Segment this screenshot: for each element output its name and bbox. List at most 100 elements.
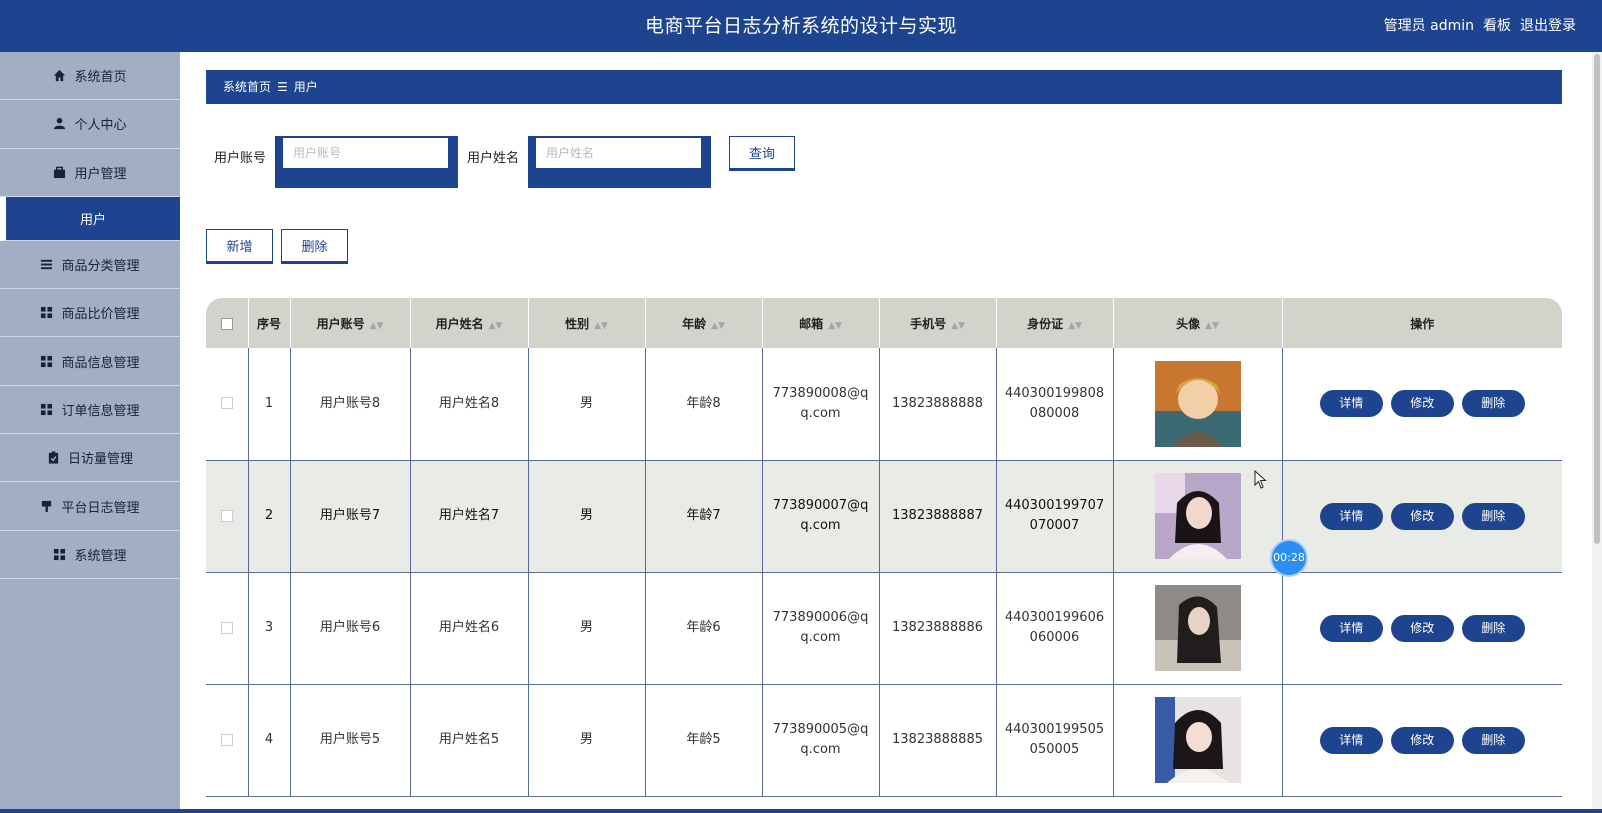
main-content: 系统首页 ☰ 用户 用户账号 用户姓名 查询 新增 删除 序号 用户 [180,52,1602,813]
cell-phone: 13823888888 [879,348,997,461]
avatar-image [1154,360,1241,447]
name-search-label: 用户姓名 [467,151,520,166]
account-search-input[interactable] [283,138,449,168]
header-phone[interactable]: 手机号 ▲▼ [879,298,997,348]
cell-name: 用户姓名6 [410,572,529,685]
cell-id-card: 440300199808080008 [996,348,1114,461]
row-checkbox[interactable] [220,733,233,746]
sidebar-item-category[interactable]: 商品分类管理 [0,241,180,290]
detail-button[interactable]: 详情 [1319,502,1383,530]
avatar-image [1154,473,1241,559]
logout-link[interactable]: 退出登录 [1520,0,1576,52]
grid-icon [41,355,53,367]
sort-icon[interactable]: ▲▼ [828,321,842,331]
board-link[interactable]: 看板 [1483,0,1511,52]
add-button[interactable]: 新增 [206,229,273,264]
list-icon [41,259,53,270]
header-gender[interactable]: 性别 ▲▼ [528,298,646,348]
breadcrumb-home[interactable]: 系统首页 [223,80,271,94]
edit-button[interactable]: 修改 [1390,614,1454,642]
bottom-edge-strip [0,809,1602,813]
cell-gender: 男 [528,572,646,685]
sidebar-item-label: 商品信息管理 [61,355,140,371]
sort-icon[interactable]: ▲▼ [1068,321,1082,331]
select-all-checkbox[interactable] [220,317,233,330]
sidebar-item-platform-log[interactable]: 平台日志管理 [0,482,180,531]
row-checkbox[interactable] [220,621,233,634]
account-search-box [275,136,459,188]
sidebar-item-home[interactable]: 系统首页 [0,52,180,101]
header-avatar[interactable]: 头像 ▲▼ [1113,298,1283,348]
table-header-row: 序号 用户账号 ▲▼ 用户姓名 ▲▼ 性别 ▲▼ 年龄 ▲▼ 邮箱 ▲▼ 手机号 ▲▼ 身份… [206,298,1562,348]
cell-id-card: 440300199606060006 [996,572,1114,685]
row-checkbox[interactable] [220,397,233,410]
header-age[interactable]: 年龄 ▲▼ [645,298,763,348]
app-title: 电商平台日志分析系统的设计与实现 [644,15,957,37]
cell-age: 年龄8 [645,348,763,461]
cell-name: 用户姓名8 [410,348,529,461]
sidebar-item-label: 用户管理 [74,166,127,182]
grid-icon [54,548,66,560]
user-table: 序号 用户账号 ▲▼ 用户姓名 ▲▼ 性别 ▲▼ 年龄 ▲▼ 邮箱 ▲▼ 手机号 ▲▼ 身份… [206,298,1562,797]
cell-account: 用户账号5 [290,684,411,797]
cell-id-card: 440300199505050005 [996,684,1114,797]
delete-button[interactable]: 删除 [1461,502,1525,530]
batch-delete-button[interactable]: 删除 [281,229,348,264]
sidebar-item-price-compare[interactable]: 商品比价管理 [0,289,180,338]
detail-button[interactable]: 详情 [1319,726,1383,754]
header-name[interactable]: 用户姓名 ▲▼ [410,298,529,348]
breadcrumb-separator-icon: ☰ [277,80,288,94]
sidebar-item-user-management[interactable]: 用户管理 [0,149,180,197]
sort-icon[interactable]: ▲▼ [951,321,965,331]
delete-button[interactable]: 删除 [1461,614,1525,642]
delete-button[interactable]: 删除 [1461,390,1525,418]
header-email[interactable]: 邮箱 ▲▼ [762,298,880,348]
sidebar-item-profile[interactable]: 个人中心 [0,100,180,149]
account-search-label: 用户账号 [214,151,267,166]
sort-icon[interactable]: ▲▼ [370,321,384,331]
edit-button[interactable]: 修改 [1390,726,1454,754]
edit-button[interactable]: 修改 [1390,390,1454,418]
sidebar-item-product-info[interactable]: 商品信息管理 [0,337,180,386]
header-no: 序号 [248,298,291,348]
detail-button[interactable]: 详情 [1319,390,1383,418]
cell-email: 773890005@qq.com [762,684,880,797]
query-button[interactable]: 查询 [729,136,796,171]
cell-gender: 男 [528,460,646,573]
avatar-image [1154,697,1241,783]
sidebar-item-label: 系统管理 [74,548,127,564]
sidebar-item-system[interactable]: 系统管理 [0,531,180,579]
grid-icon [41,403,53,415]
sidebar-item-label: 平台日志管理 [61,500,140,516]
cell-id-card: 440300199707070007 [996,460,1114,573]
clipboard-icon [48,451,59,464]
delete-button[interactable]: 删除 [1461,726,1525,754]
header-account[interactable]: 用户账号 ▲▼ [290,298,411,348]
scrollbar-thumb[interactable] [1594,54,1600,544]
name-search-input[interactable] [536,138,702,168]
sort-icon[interactable]: ▲▼ [594,321,608,331]
header-id-card[interactable]: 身份证 ▲▼ [996,298,1114,348]
pin-icon [42,500,52,512]
cell-no: 1 [248,348,291,461]
cell-email: 773890008@qq.com [762,348,880,461]
cell-no: 2 [248,460,291,573]
cell-account: 用户账号6 [290,572,411,685]
sidebar-item-label: 个人中心 [74,118,127,134]
page-scrollbar[interactable] [1592,52,1602,813]
cell-email: 773890007@qq.com [762,460,880,573]
grid-icon [41,307,53,319]
sidebar-item-daily-visits[interactable]: 日访量管理 [0,434,180,483]
sort-icon[interactable]: ▲▼ [489,321,503,331]
top-bar: 电商平台日志分析系统的设计与实现 管理员 admin 看板 退出登录 [0,0,1602,52]
table-row: 1 用户账号8 用户姓名8 男 年龄8 773890008@qq.com 138… [206,348,1562,461]
sidebar-item-orders[interactable]: 订单信息管理 [0,386,180,435]
detail-button[interactable]: 详情 [1319,614,1383,642]
sort-icon[interactable]: ▲▼ [711,321,725,331]
sort-icon[interactable]: ▲▼ [1205,321,1219,331]
sidebar-item-label: 商品比价管理 [61,307,140,323]
edit-button[interactable]: 修改 [1390,502,1454,530]
sidebar-item-users[interactable]: 用户 [0,196,180,241]
row-checkbox[interactable] [220,509,233,522]
cell-name: 用户姓名7 [410,460,529,573]
